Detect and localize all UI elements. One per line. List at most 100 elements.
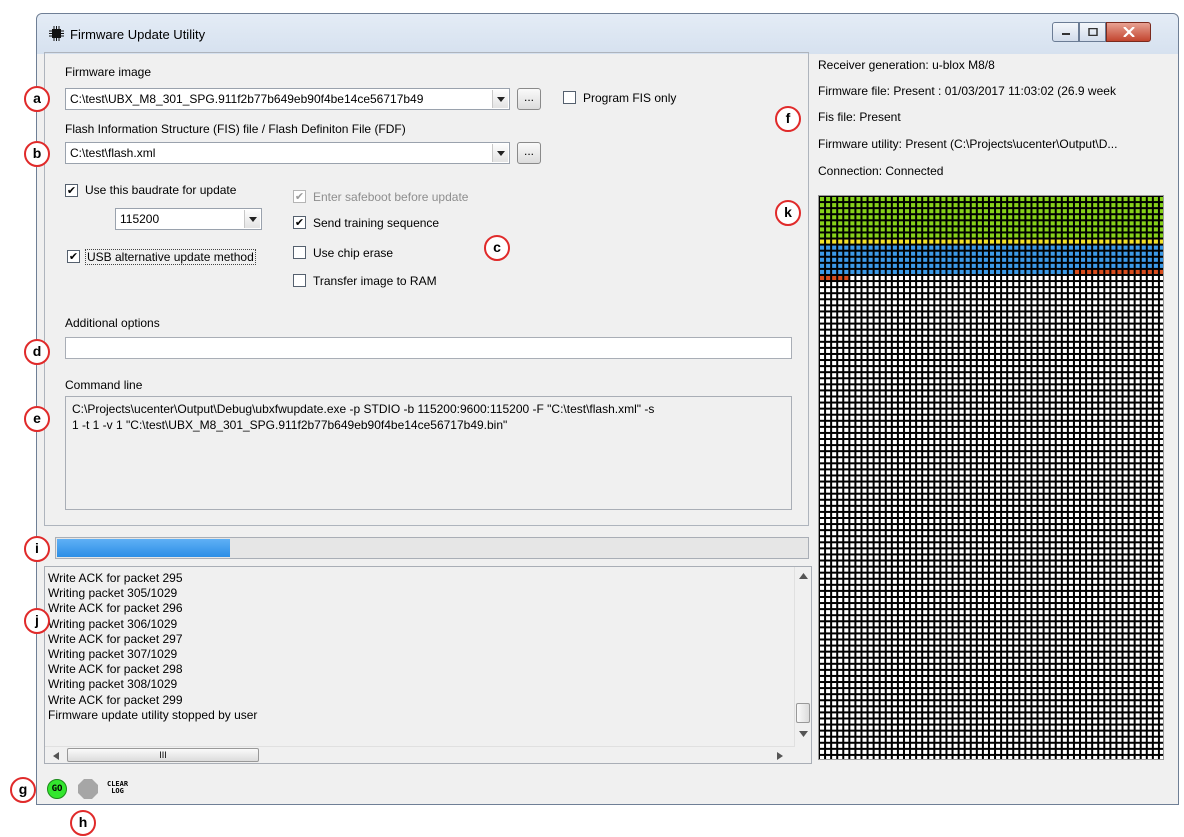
flash-cell <box>1105 409 1110 414</box>
flash-cell <box>1111 591 1116 596</box>
flash-cell <box>1087 275 1092 281</box>
flash-cell <box>1068 476 1073 481</box>
flash-cell <box>1153 421 1158 426</box>
log-panel[interactable]: Write ACK for packet 295 Writing packet 3… <box>44 566 812 764</box>
flash-cell <box>1087 312 1092 317</box>
training-sequence-checkbox[interactable]: ✔ <box>293 216 306 229</box>
additional-options-input[interactable] <box>65 337 792 359</box>
flash-cell <box>1014 275 1019 281</box>
flash-cell <box>929 251 934 256</box>
flash-cell <box>1062 652 1067 657</box>
flash-cell <box>917 263 922 268</box>
flash-cell <box>1087 209 1092 214</box>
flash-cell <box>1111 488 1116 493</box>
flash-cell <box>1153 622 1158 627</box>
flash-cell <box>1044 239 1049 244</box>
flash-cell <box>1153 312 1158 317</box>
flash-cell <box>1062 452 1067 457</box>
flash-cell <box>844 719 849 724</box>
flash-cell <box>1087 658 1092 663</box>
scroll-down-icon[interactable] <box>799 731 808 737</box>
flash-cell <box>862 585 867 590</box>
flash-cell <box>1020 543 1025 548</box>
flash-cell <box>1111 197 1116 202</box>
flash-cell <box>1141 695 1146 700</box>
title-bar[interactable]: Firmware Update Utility <box>37 14 1178 54</box>
flash-cell <box>904 567 910 572</box>
maximize-button[interactable] <box>1079 22 1106 42</box>
flash-cell <box>1081 488 1086 493</box>
flash-cell <box>862 634 867 639</box>
flash-cell <box>971 288 976 293</box>
firmware-browse-button[interactable]: ... <box>517 88 541 110</box>
fis-browse-button[interactable]: ... <box>517 142 541 164</box>
flash-cell <box>941 282 946 287</box>
flash-cell <box>989 403 995 408</box>
flash-cell <box>1123 275 1128 281</box>
flash-cell <box>1032 379 1037 384</box>
minimize-button[interactable] <box>1052 22 1079 42</box>
close-button[interactable] <box>1106 22 1151 42</box>
flash-cell <box>1002 427 1007 432</box>
flash-cell <box>941 233 946 238</box>
flash-cell <box>941 203 946 208</box>
flash-cell <box>911 227 916 232</box>
flash-cell <box>1153 275 1158 281</box>
chip-erase-checkbox[interactable] <box>293 246 306 259</box>
scroll-thumb[interactable] <box>796 703 810 723</box>
flash-cell <box>1044 330 1049 335</box>
flash-cell <box>1153 452 1158 457</box>
flash-cell <box>971 421 976 426</box>
flash-cell <box>1135 537 1140 542</box>
log-vertical-scrollbar[interactable] <box>794 567 811 747</box>
log-horizontal-scrollbar[interactable]: III <box>45 746 795 763</box>
scroll-up-icon[interactable] <box>799 573 808 579</box>
flash-cell <box>941 288 946 293</box>
program-fis-only-checkbox[interactable] <box>563 91 576 104</box>
flash-cell <box>1129 294 1134 299</box>
fis-file-combo[interactable]: C:\test\flash.xml <box>65 142 510 164</box>
flash-cell <box>1147 421 1152 426</box>
hscroll-thumb[interactable]: III <box>67 748 259 762</box>
flash-cell <box>1068 634 1073 639</box>
scroll-left-icon[interactable] <box>53 752 59 760</box>
flash-cell <box>971 245 976 250</box>
transfer-ram-checkbox[interactable] <box>293 274 306 287</box>
flash-cell <box>1105 470 1110 475</box>
flash-cell <box>850 336 855 341</box>
flash-cell <box>1087 269 1092 274</box>
flash-cell <box>1008 512 1013 517</box>
flash-cell <box>1111 494 1116 499</box>
scroll-right-icon[interactable] <box>777 752 783 760</box>
flash-cell <box>1093 518 1098 524</box>
dropdown-arrow-icon[interactable] <box>492 90 508 108</box>
flash-cell <box>874 324 879 329</box>
flash-cell <box>892 385 897 390</box>
flash-cell <box>1032 689 1037 694</box>
dropdown-arrow-icon[interactable] <box>492 144 508 162</box>
use-baudrate-checkbox[interactable]: ✔ <box>65 184 78 197</box>
flash-cell <box>880 628 885 633</box>
baudrate-combo[interactable]: 115200 <box>115 208 262 230</box>
flash-cell <box>832 683 837 688</box>
flash-cell <box>929 312 934 317</box>
dropdown-arrow-icon[interactable] <box>244 210 260 228</box>
flash-cell <box>929 330 934 335</box>
flash-cell <box>1111 342 1116 347</box>
usb-alternative-checkbox[interactable]: ✔ <box>67 250 80 263</box>
flash-cell <box>1111 518 1116 524</box>
flash-cell <box>1026 518 1031 524</box>
flash-cell <box>874 330 879 335</box>
safeboot-checkbox[interactable]: ✔ <box>293 190 306 203</box>
flash-cell <box>935 561 940 566</box>
flash-cell <box>959 245 964 250</box>
firmware-image-combo[interactable]: C:\test\UBX_M8_301_SPG.911f2b77b649eb90f… <box>65 88 510 110</box>
flash-cell <box>1038 658 1043 663</box>
flash-cell <box>959 367 964 372</box>
flash-cell <box>1038 361 1043 366</box>
flash-cell <box>1032 197 1037 202</box>
flash-cell <box>941 263 946 268</box>
flash-cell <box>965 537 970 542</box>
command-line-box[interactable]: C:\Projects\ucenter\Output\Debug\ubxfwup… <box>65 396 792 510</box>
flash-cell <box>1002 318 1007 323</box>
